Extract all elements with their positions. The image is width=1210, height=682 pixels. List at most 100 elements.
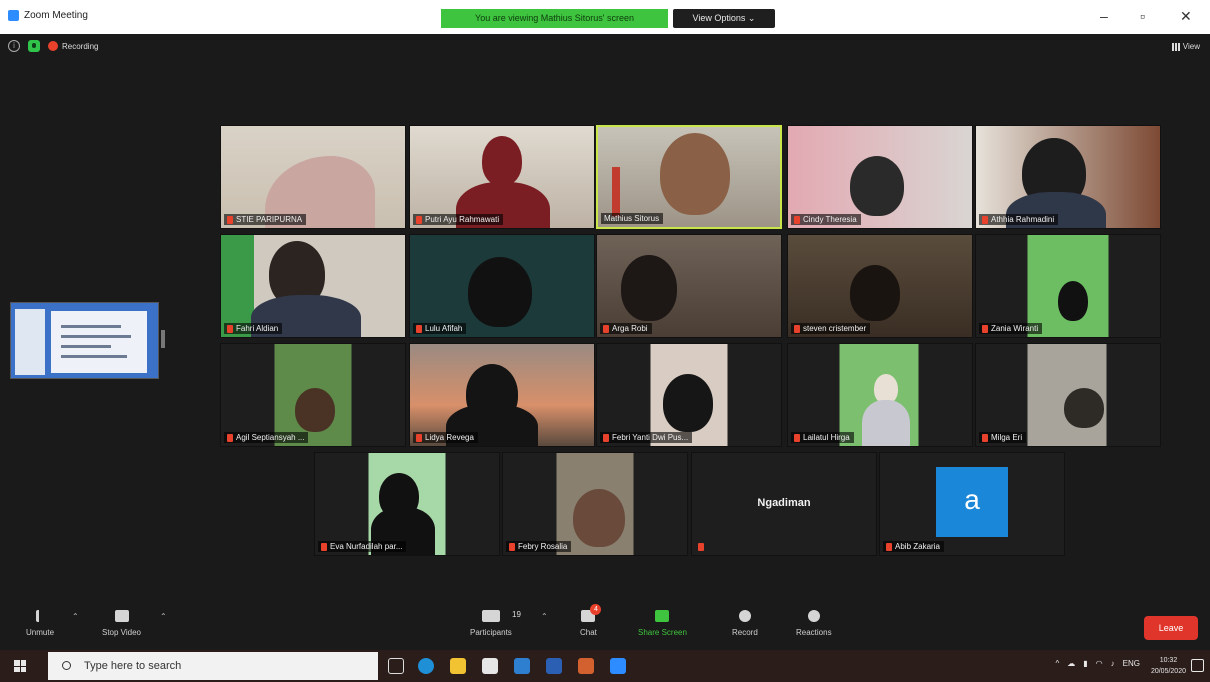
windows-taskbar: Type here to search ^ ☁ ▮ ◠ ♪ ENG 10:32 … bbox=[0, 650, 1210, 682]
muted-mic-icon bbox=[982, 324, 988, 333]
zoom-logo-icon bbox=[8, 10, 19, 21]
video-tile[interactable]: Fahri Aldian bbox=[220, 234, 406, 338]
participant-name-tag: steven cristember bbox=[791, 323, 871, 334]
recording-indicator: Recording bbox=[48, 41, 98, 51]
video-tile[interactable]: STIE PARIPURNA bbox=[220, 125, 406, 229]
participant-name-tag: Febry Rosalia bbox=[506, 541, 572, 552]
participants-icon bbox=[481, 610, 500, 622]
participant-name-tag: Mathius Sitorus bbox=[601, 213, 664, 224]
mail-icon[interactable] bbox=[514, 658, 530, 674]
chat-button[interactable]: 4 Chat bbox=[580, 604, 602, 637]
participants-chevron-icon[interactable]: ⌃ bbox=[541, 612, 548, 621]
volume-icon[interactable]: ♪ bbox=[1111, 659, 1115, 668]
muted-mic-icon bbox=[982, 433, 988, 442]
participant-name-tag: Febri Yanti Dwi Pus... bbox=[600, 432, 693, 443]
participant-name-tag: Agil Septiansyah ... bbox=[224, 432, 309, 443]
video-tile[interactable]: Eva Nurfadilah par... bbox=[314, 452, 500, 556]
participant-name-tag: Lulu Afifah bbox=[413, 323, 467, 334]
thumbnail-slide-list bbox=[15, 309, 45, 375]
video-tile[interactable]: Milga Eri bbox=[975, 343, 1161, 447]
taskbar-clock[interactable]: 10:32 20/05/2020 bbox=[1151, 655, 1186, 677]
participant-name-tag: Lailatul Hirga bbox=[791, 432, 854, 443]
thumbnail-resize-handle[interactable] bbox=[161, 330, 165, 348]
muted-mic-icon bbox=[416, 324, 422, 333]
audio-options-chevron-icon[interactable]: ⌃ bbox=[72, 612, 79, 621]
screen-share-banner: You are viewing Mathius Sitorus' screen bbox=[441, 9, 668, 28]
stop-video-button[interactable]: Stop Video bbox=[102, 610, 141, 637]
view-label: View bbox=[1182, 42, 1200, 51]
word-icon[interactable] bbox=[546, 658, 562, 674]
recording-label: Recording bbox=[62, 41, 99, 51]
muted-mic-icon bbox=[509, 542, 515, 551]
video-tile[interactable]: Arga Robi bbox=[596, 234, 782, 338]
info-icon[interactable]: i bbox=[8, 40, 20, 52]
close-icon[interactable]: ✕ bbox=[1180, 8, 1192, 25]
video-tile[interactable]: Agil Septiansyah ... bbox=[220, 343, 406, 447]
chat-badge: 4 bbox=[590, 604, 602, 615]
video-tile[interactable]: Putri Ayu Rahmawati bbox=[409, 125, 595, 229]
video-tile[interactable]: Febri Yanti Dwi Pus... bbox=[596, 343, 782, 447]
view-options-button[interactable]: View Options ⌄ bbox=[673, 9, 775, 28]
store-icon[interactable] bbox=[482, 658, 498, 674]
muted-mic-icon bbox=[982, 215, 988, 224]
onedrive-icon[interactable]: ☁ bbox=[1067, 659, 1075, 668]
maximize-icon[interactable]: ▫ bbox=[1140, 8, 1145, 24]
windows-start-icon[interactable] bbox=[14, 660, 26, 672]
video-tile[interactable]: steven cristember bbox=[787, 234, 973, 338]
notifications-icon[interactable] bbox=[1191, 659, 1204, 672]
shared-screen-thumbnail[interactable] bbox=[10, 302, 159, 379]
participant-name-tag: Fahri Aldian bbox=[224, 323, 283, 334]
clock-date: 20/05/2020 bbox=[1150, 668, 1186, 675]
participant-name-tag: Lidya Revega bbox=[413, 432, 478, 443]
taskbar-search-input[interactable]: Type here to search bbox=[48, 652, 378, 680]
meeting-toolbar: Unmute ⌃ Stop Video ⌃ Participants 19 ⌃ … bbox=[0, 604, 1210, 650]
participant-center-name: Ngadiman bbox=[757, 497, 811, 509]
muted-mic-icon bbox=[794, 324, 800, 333]
zoom-taskbar-icon[interactable] bbox=[610, 658, 626, 674]
video-tile[interactable]: Cindy Theresia bbox=[787, 125, 973, 229]
participant-name-tag: Eva Nurfadilah par... bbox=[318, 541, 407, 552]
record-dot-icon bbox=[48, 41, 58, 51]
muted-mic-icon bbox=[416, 433, 422, 442]
video-tile[interactable]: Ngadiman bbox=[691, 452, 877, 556]
participant-name-tag: Milga Eri bbox=[979, 432, 1027, 443]
video-tile-active-speaker[interactable]: Mathius Sitorus bbox=[596, 125, 782, 229]
muted-mic-icon bbox=[227, 215, 233, 224]
muted-mic-icon bbox=[227, 324, 233, 333]
reactions-button[interactable]: Reactions bbox=[796, 610, 832, 637]
video-tile[interactable]: Zania Wiranti bbox=[975, 234, 1161, 338]
muted-mic-icon bbox=[321, 542, 327, 551]
chat-icon: 4 bbox=[581, 604, 602, 622]
search-icon bbox=[62, 661, 71, 670]
file-explorer-icon[interactable] bbox=[450, 658, 466, 674]
shield-icon[interactable] bbox=[28, 40, 40, 52]
video-tile[interactable]: Lidya Revega bbox=[409, 343, 595, 447]
participants-button[interactable]: Participants bbox=[470, 610, 512, 637]
muted-mic-icon bbox=[603, 433, 609, 442]
unmute-button[interactable]: Unmute bbox=[26, 610, 54, 637]
leave-button[interactable]: Leave bbox=[1144, 616, 1198, 640]
wifi-icon[interactable]: ◠ bbox=[1096, 659, 1103, 668]
participant-name-tag: STIE PARIPURNA bbox=[224, 214, 307, 225]
participant-name-tag: Arga Robi bbox=[600, 323, 652, 334]
chevron-up-icon[interactable]: ^ bbox=[1056, 659, 1060, 668]
video-tile[interactable]: Febry Rosalia bbox=[502, 452, 688, 556]
video-tile[interactable]: Lulu Afifah bbox=[409, 234, 595, 338]
clock-time: 10:32 bbox=[1159, 657, 1178, 664]
record-button[interactable]: Record bbox=[732, 610, 758, 637]
powerpoint-icon[interactable] bbox=[578, 658, 594, 674]
language-indicator[interactable]: ENG bbox=[1123, 659, 1140, 668]
edge-browser-icon[interactable] bbox=[418, 658, 434, 674]
video-tile[interactable]: a Abib Zakaria bbox=[879, 452, 1065, 556]
video-options-chevron-icon[interactable]: ⌃ bbox=[160, 612, 167, 621]
minimize-icon[interactable]: – bbox=[1100, 8, 1108, 24]
window-title: Zoom Meeting bbox=[24, 10, 88, 21]
video-tile[interactable]: Lailatul Hirga bbox=[787, 343, 973, 447]
share-screen-button[interactable]: Share Screen bbox=[638, 610, 687, 637]
view-button[interactable]: View bbox=[1171, 42, 1200, 51]
battery-icon[interactable]: ▮ bbox=[1083, 659, 1087, 668]
video-tile[interactable]: Athhia Rahmadini bbox=[975, 125, 1161, 229]
participant-name-tag: Zania Wiranti bbox=[979, 323, 1043, 334]
task-view-icon[interactable] bbox=[388, 658, 404, 674]
record-icon bbox=[738, 610, 751, 622]
